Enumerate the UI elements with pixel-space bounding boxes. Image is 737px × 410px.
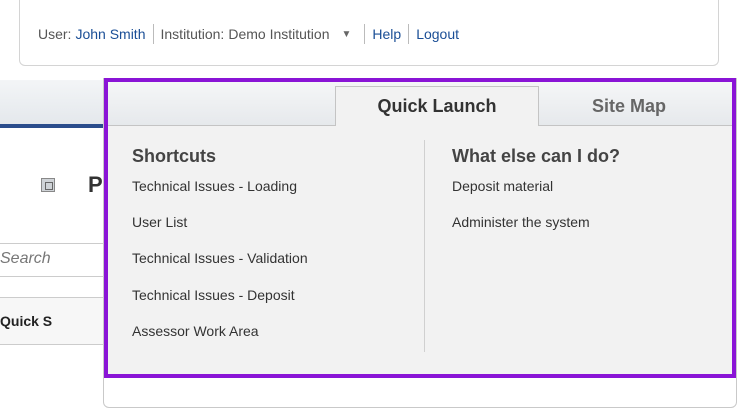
chevron-down-icon[interactable]: ▼ xyxy=(342,29,352,40)
help-link[interactable]: Help xyxy=(372,26,401,42)
institution-label: Institution: xyxy=(160,26,225,42)
logout-link[interactable]: Logout xyxy=(416,26,459,42)
user-name-link[interactable]: John Smith xyxy=(75,26,145,42)
divider xyxy=(152,24,154,44)
page-icon xyxy=(41,178,55,192)
page-title: P xyxy=(88,172,103,197)
navigation-accent-line xyxy=(0,124,110,128)
search-placeholder: Search xyxy=(0,250,51,267)
user-bar: User: John Smith Institution: Demo Insti… xyxy=(19,0,719,66)
user-bar-content: User: John Smith Institution: Demo Insti… xyxy=(38,24,459,44)
highlight-frame xyxy=(104,78,736,378)
user-label: User: xyxy=(38,26,72,42)
quick-section-label: Quick S xyxy=(0,313,53,329)
divider xyxy=(408,24,410,44)
institution-name[interactable]: Demo Institution xyxy=(228,26,329,42)
divider xyxy=(364,24,366,44)
